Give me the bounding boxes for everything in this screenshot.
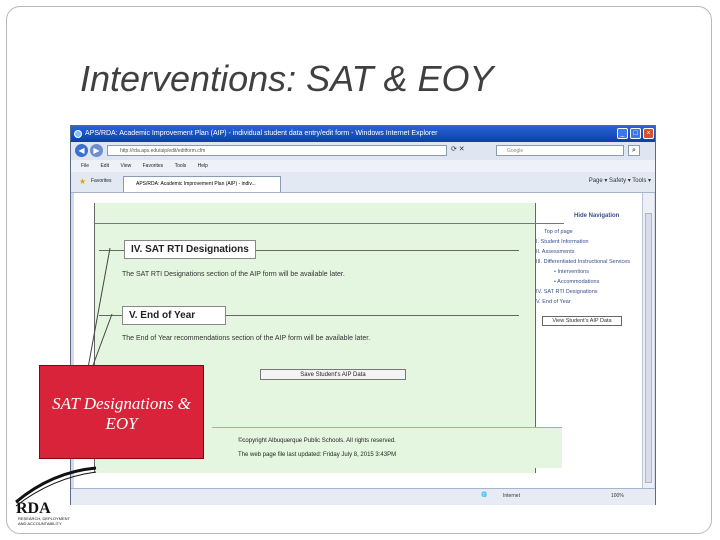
sat-eoy-callout: SAT Designations & EOY	[39, 365, 204, 459]
logo-name: RDA	[16, 500, 51, 517]
rda-logo: RDA RESEARCH, DEPLOYMENT AND ACCOUNTABIL…	[15, 466, 97, 526]
callout-connectors	[87, 247, 113, 369]
logo-line2: AND ACCOUNTABILITY	[18, 521, 62, 526]
